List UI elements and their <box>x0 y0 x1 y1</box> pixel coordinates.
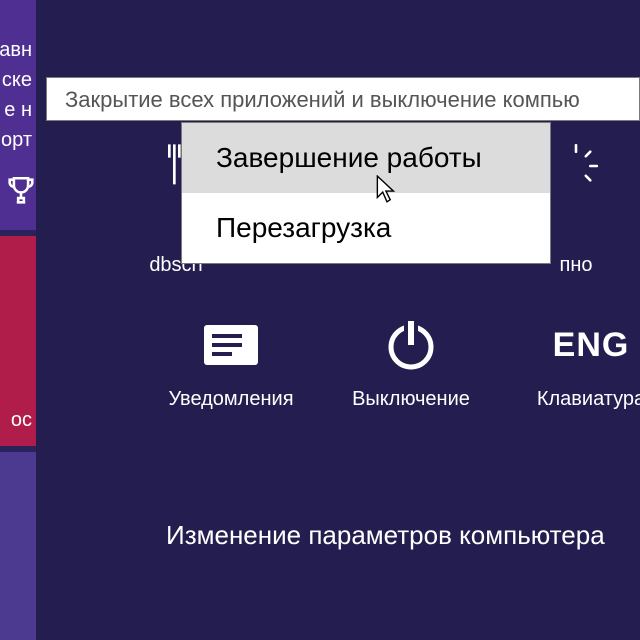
tile-text-fragment: е н <box>4 96 32 124</box>
keyboard-indicator: ENG <box>553 326 630 365</box>
tile-text-fragment: ске <box>2 66 32 94</box>
notifications-icon <box>198 319 264 371</box>
tooltip: Закрытие всех приложений и выключение ко… <box>46 77 640 121</box>
power-button[interactable]: Выключение <box>316 310 506 411</box>
start-tile[interactable]: авн ске е н орт <box>0 0 36 230</box>
power-menu-restart[interactable]: Перезагрузка <box>182 193 550 263</box>
tile-text-fragment: орт <box>1 126 32 154</box>
start-screen-edge: авн ске е н орт ос <box>0 0 36 640</box>
notifications-button[interactable]: Уведомления <box>136 310 326 411</box>
power-label: Выключение <box>316 388 506 411</box>
change-pc-settings-link[interactable]: Изменение параметров компьютера <box>166 520 605 551</box>
keyboard-button[interactable]: ENG Клавиатура <box>496 310 640 411</box>
power-menu: Завершение работы Перезагрузка <box>181 122 551 264</box>
power-icon <box>381 315 441 375</box>
start-tile[interactable] <box>0 452 36 640</box>
keyboard-label: Клавиатура <box>496 388 640 411</box>
tile-text-fragment: ос <box>11 406 32 434</box>
trophy-icon <box>4 174 38 208</box>
screenshot-root: авн ске е н орт ос dbsch <box>0 0 640 640</box>
start-tile[interactable]: ос <box>0 236 36 446</box>
notifications-label: Уведомления <box>136 388 326 411</box>
tile-text-fragment: авн <box>0 36 32 64</box>
brightness-icon <box>550 140 602 192</box>
power-menu-shutdown[interactable]: Завершение работы <box>182 123 550 193</box>
